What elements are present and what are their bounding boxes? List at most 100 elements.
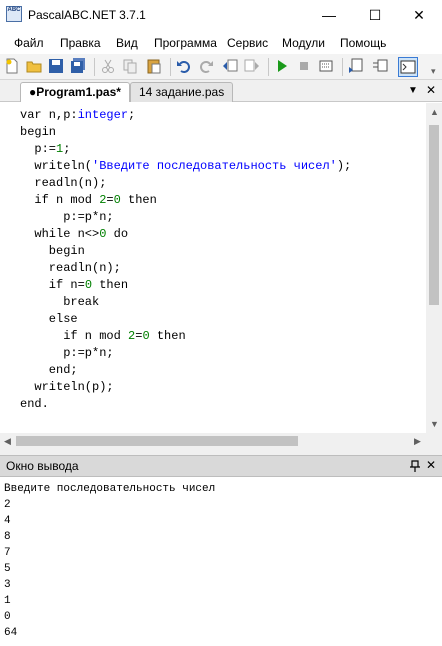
- menu-program[interactable]: Программа: [154, 36, 217, 50]
- pascalabc-logo-icon: ABC: [6, 6, 22, 22]
- navigate-forward-icon[interactable]: [244, 58, 260, 74]
- close-tab-icon[interactable]: ✕: [426, 83, 436, 97]
- output-panel-header: Окно вывода ✕: [0, 455, 442, 476]
- scroll-left-icon[interactable]: ◀: [4, 436, 11, 447]
- editor-horizontal-scrollbar[interactable]: ◀ ▶: [0, 433, 426, 449]
- menu-help[interactable]: Помощь: [340, 36, 386, 50]
- undo-icon[interactable]: [176, 58, 192, 74]
- code-token: p:=p*n;: [20, 346, 114, 360]
- output-line: 1: [4, 595, 11, 607]
- code-line[interactable]: if n=0 then: [20, 277, 351, 294]
- code-text[interactable]: var n,p:integer; begin p:=1; writeln('Вве…: [20, 107, 351, 413]
- code-line[interactable]: begin: [20, 243, 351, 260]
- run-icon[interactable]: [274, 58, 290, 74]
- menu-file[interactable]: Файл: [14, 36, 44, 50]
- copy-icon[interactable]: [122, 58, 138, 74]
- code-line[interactable]: readln(n);: [20, 175, 351, 192]
- code-line[interactable]: end.: [20, 396, 351, 413]
- code-token: else: [20, 312, 78, 326]
- scroll-right-icon[interactable]: ▶: [414, 436, 421, 447]
- output-line: 5: [4, 563, 11, 575]
- code-token: then: [149, 329, 186, 343]
- console-icon[interactable]: [398, 57, 418, 77]
- code-token: var n,p:: [20, 108, 78, 122]
- minimize-button[interactable]: —: [306, 0, 352, 30]
- code-token: then: [120, 193, 157, 207]
- maximize-button[interactable]: ☐: [352, 0, 398, 30]
- stop-icon[interactable]: [296, 58, 312, 74]
- menu-edit[interactable]: Правка: [60, 36, 101, 50]
- open-folder-icon[interactable]: [26, 58, 42, 74]
- debug-icon[interactable]: [318, 58, 334, 74]
- compile-icon[interactable]: [348, 58, 364, 74]
- code-line[interactable]: if n mod 2=0 then: [20, 192, 351, 209]
- code-token: do: [106, 227, 129, 241]
- menu-service[interactable]: Сервис: [227, 36, 268, 50]
- code-line[interactable]: else: [20, 311, 351, 328]
- code-token: );: [336, 159, 352, 173]
- save-icon[interactable]: [48, 58, 64, 74]
- code-line[interactable]: end;: [20, 362, 351, 379]
- paste-icon[interactable]: [146, 58, 162, 74]
- code-token: 0: [113, 193, 121, 207]
- new-file-icon[interactable]: [4, 58, 20, 74]
- close-button[interactable]: ✕: [396, 0, 442, 30]
- tab-14-zadanie[interactable]: 14 задание.pas: [130, 82, 234, 102]
- code-token: 0: [142, 329, 150, 343]
- code-line[interactable]: if n mod 2=0 then: [20, 328, 351, 345]
- pin-icon[interactable]: [410, 460, 420, 472]
- code-editor[interactable]: var n,p:integer; begin p:=1; writeln('Вве…: [0, 103, 426, 433]
- code-line[interactable]: writeln('Введите последовательность чисе…: [20, 158, 351, 175]
- tab-list-dropdown-icon[interactable]: ▼: [408, 85, 418, 96]
- code-token: 0: [84, 278, 93, 292]
- code-line[interactable]: var n,p:integer;: [20, 107, 351, 124]
- horizontal-scroll-thumb[interactable]: [16, 436, 298, 446]
- output-line: 3: [4, 579, 11, 591]
- toolbar-separator: [170, 58, 171, 76]
- window-title: PascalABC.NET 3.7.1: [28, 8, 146, 22]
- code-token: 'Введите последовательность чисел': [92, 159, 337, 173]
- code-token: begin: [20, 125, 57, 139]
- code-token: integer: [77, 108, 129, 122]
- toolbar-separator: [268, 58, 269, 76]
- vertical-scroll-thumb[interactable]: [429, 125, 439, 305]
- output-text: Введите последовательность чисел 2 4 8 7 5 3 1 0…: [4, 481, 215, 641]
- menu-view[interactable]: Вид: [116, 36, 138, 50]
- menu-bar: Файл Правка Вид Программа Сервис Модули …: [0, 30, 442, 54]
- output-window[interactable]: Введите последовательность чисел 2 4 8 7 5 3 1 0…: [0, 476, 442, 646]
- cut-icon[interactable]: [100, 58, 116, 74]
- save-all-icon[interactable]: [70, 58, 86, 74]
- toolbar-overflow-icon[interactable]: ▾: [431, 66, 436, 77]
- step-icon[interactable]: [372, 58, 388, 74]
- output-line: 0: [4, 611, 11, 623]
- code-line[interactable]: begin: [20, 124, 351, 141]
- code-token: p:=p*n;: [20, 210, 114, 224]
- tab-bar: ●Program1.pas* 14 задание.pas ▼ ✕: [0, 80, 442, 102]
- code-line[interactable]: writeln(p);: [20, 379, 351, 396]
- editor-vertical-scrollbar[interactable]: ▲ ▼: [426, 103, 442, 433]
- code-line[interactable]: p:=p*n;: [20, 209, 351, 226]
- output-line: 64: [4, 627, 18, 639]
- redo-icon[interactable]: [198, 58, 214, 74]
- editor-gutter: [0, 103, 14, 433]
- navigate-back-icon[interactable]: [222, 58, 238, 74]
- code-token: ;: [63, 142, 71, 156]
- toolbar-separator: [342, 58, 343, 76]
- code-token: begin: [20, 244, 85, 258]
- scroll-up-icon[interactable]: ▲: [430, 107, 439, 117]
- output-line: 7: [4, 547, 11, 559]
- code-token: ;: [128, 108, 136, 122]
- code-line[interactable]: p:=1;: [20, 141, 351, 158]
- code-line[interactable]: break: [20, 294, 351, 311]
- code-token: break: [20, 295, 100, 309]
- code-token: writeln(: [20, 159, 93, 173]
- code-line[interactable]: while n<>0 do: [20, 226, 351, 243]
- output-panel-title: Окно вывода: [6, 459, 79, 473]
- close-output-icon[interactable]: ✕: [426, 458, 436, 472]
- code-token: if n=: [20, 278, 85, 292]
- code-line[interactable]: p:=p*n;: [20, 345, 351, 362]
- tab-program1[interactable]: ●Program1.pas*: [20, 82, 130, 102]
- scroll-down-icon[interactable]: ▼: [430, 419, 439, 429]
- code-line[interactable]: readln(n);: [20, 260, 351, 277]
- menu-modules[interactable]: Модули: [282, 36, 325, 50]
